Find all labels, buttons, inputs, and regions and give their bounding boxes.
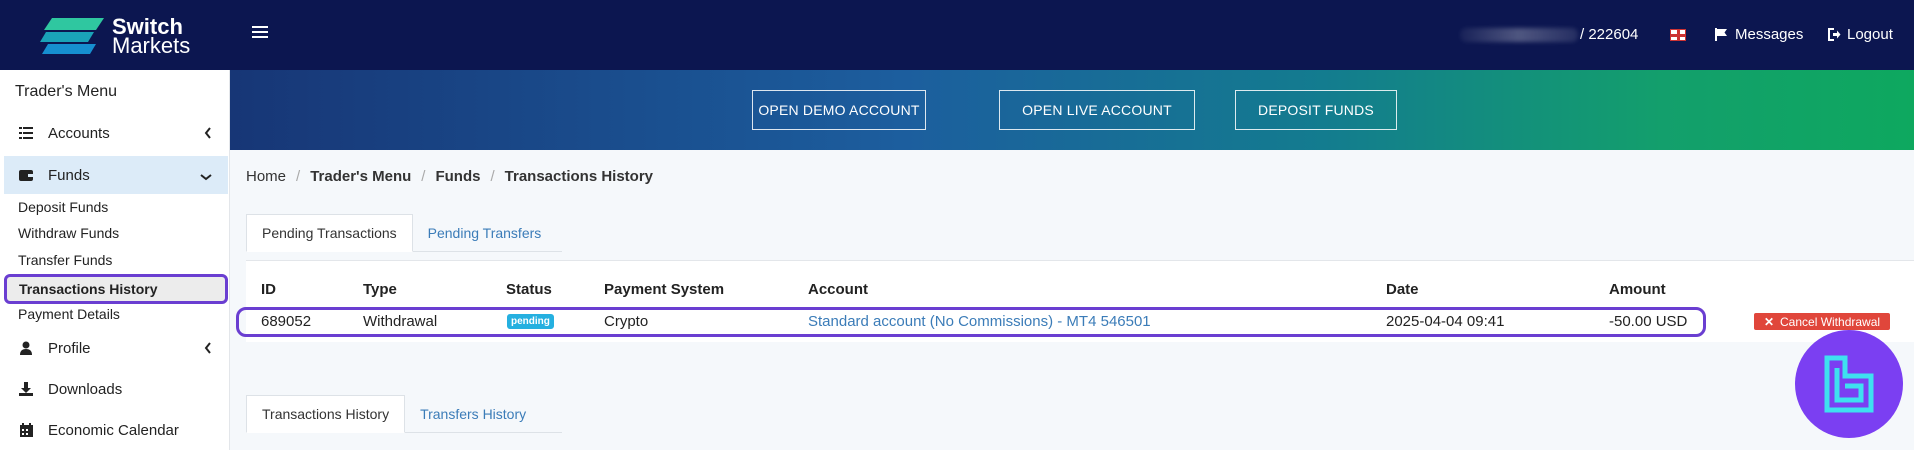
sidebar-item-label: Profile: [48, 339, 91, 357]
breadcrumb: Home / Trader's Menu / Funds / Transacti…: [246, 168, 663, 185]
pending-transactions-table: ID Type Status Payment System Account Da…: [236, 260, 1914, 342]
sidebar-item-label: Accounts: [48, 124, 110, 142]
sidebar-item-downloads[interactable]: Downloads: [4, 370, 228, 408]
breadcrumb-separator: /: [296, 168, 301, 185]
messages-link[interactable]: Messages: [1714, 26, 1803, 43]
breadcrumb-separator: /: [490, 168, 495, 185]
logo-mark-icon: [38, 16, 106, 56]
logout-label: Logout: [1847, 26, 1893, 43]
cell-account-link[interactable]: Standard account (No Commissions) - MT4 …: [808, 313, 1151, 330]
breadcrumb-current: Transactions History: [504, 168, 654, 185]
cancel-withdrawal-button[interactable]: ✕ Cancel Withdrawal: [1754, 313, 1890, 330]
sidebar-item-label: Funds: [48, 166, 90, 184]
tab-pending-transfers[interactable]: Pending Transfers: [413, 214, 557, 252]
sidebar-item-funds[interactable]: Funds: [4, 156, 228, 194]
breadcrumb-funds[interactable]: Funds: [435, 168, 480, 185]
switch-markets-logo[interactable]: Switch Markets: [38, 14, 198, 58]
sidebar-sub-withdraw-funds[interactable]: Withdraw Funds: [18, 225, 119, 241]
breadcrumb-traders-menu[interactable]: Trader's Menu: [310, 168, 411, 185]
cell-type: Withdrawal: [363, 313, 438, 330]
column-header-account: Account: [808, 281, 868, 298]
wallet-icon: [18, 167, 34, 183]
open-live-account-button[interactable]: OPEN LIVE ACCOUNT: [999, 90, 1195, 130]
column-header-type: Type: [363, 281, 397, 298]
sidebar-item-profile[interactable]: Profile: [4, 329, 228, 367]
column-header-date: Date: [1386, 281, 1419, 298]
user-icon: [18, 340, 34, 356]
sidebar-sub-transfer-funds[interactable]: Transfer Funds: [18, 252, 112, 268]
sidebar-item-label: Economic Calendar: [48, 421, 179, 439]
history-section: Transactions History Transfers History: [246, 395, 1914, 450]
sidebar-item-label: Downloads: [48, 380, 123, 398]
logout-icon: [1828, 28, 1841, 41]
column-header-payment-system: Payment System: [604, 281, 725, 298]
column-header-amount: Amount: [1609, 281, 1666, 298]
logout-link[interactable]: Logout: [1826, 26, 1893, 43]
history-tabs: Transactions History Transfers History: [246, 395, 562, 433]
cancel-withdrawal-label: Cancel Withdrawal: [1780, 314, 1881, 329]
cell-date: 2025-04-04 09:41: [1386, 313, 1505, 330]
blurred-account-name: [1460, 28, 1578, 42]
chevron-left-icon: [204, 341, 212, 358]
cell-id: 689052: [261, 313, 312, 330]
top-navbar: Switch Markets / 222604 Messages Logout: [0, 0, 1914, 70]
breadcrumb-home[interactable]: Home: [246, 168, 286, 185]
sidebar-item-accounts[interactable]: Accounts: [4, 114, 228, 152]
status-badge: pending: [507, 314, 554, 329]
chevron-down-icon: [200, 168, 212, 185]
flag-icon: [1715, 28, 1727, 41]
column-header-id: ID: [261, 281, 276, 298]
uk-flag-icon[interactable]: [1670, 29, 1686, 41]
sidebar-sub-payment-details[interactable]: Payment Details: [18, 306, 120, 322]
list-icon: [18, 125, 34, 141]
action-banner: OPEN DEMO ACCOUNT OPEN LIVE ACCOUNT DEPO…: [230, 70, 1914, 150]
messages-label: Messages: [1735, 26, 1804, 43]
breadcrumb-separator: /: [421, 168, 426, 185]
calendar-icon: [18, 422, 34, 438]
tab-transactions-history[interactable]: Transactions History: [246, 395, 406, 433]
open-demo-account-button[interactable]: OPEN DEMO ACCOUNT: [752, 90, 926, 130]
close-icon: ✕: [1763, 314, 1774, 329]
logo-line2: Markets: [112, 33, 191, 58]
sidebar-item-economic-calendar[interactable]: Economic Calendar: [4, 411, 228, 449]
download-icon: [18, 381, 34, 397]
deposit-funds-button[interactable]: DEPOSIT FUNDS: [1235, 90, 1397, 130]
sidebar-sub-deposit-funds[interactable]: Deposit Funds: [18, 199, 108, 215]
cell-amount: -50.00 USD: [1609, 313, 1688, 330]
hamburger-menu-icon[interactable]: [252, 26, 268, 40]
column-header-status: Status: [506, 281, 552, 298]
tab-transfers-history[interactable]: Transfers History: [405, 395, 541, 433]
account-number: / 222604: [1580, 26, 1639, 43]
sidebar-title: Trader's Menu: [15, 83, 118, 100]
tradingfinder-watermark-logo: [1795, 330, 1903, 438]
sidebar: Trader's Menu Accounts Funds Deposit Fun…: [0, 70, 230, 450]
cell-payment-system: Crypto: [604, 313, 649, 330]
sidebar-sub-transactions-history[interactable]: Transactions History: [4, 274, 228, 304]
chevron-left-icon: [204, 126, 212, 143]
pending-tabs: Pending Transactions Pending Transfers: [246, 214, 562, 252]
tab-pending-transactions[interactable]: Pending Transactions: [246, 214, 413, 252]
